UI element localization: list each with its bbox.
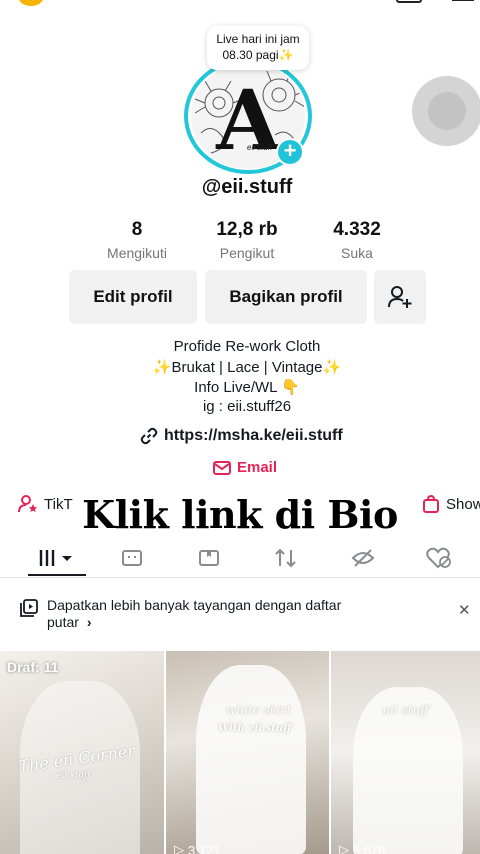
- video-grid-icon: [39, 550, 72, 566]
- add-friend-button[interactable]: [374, 270, 426, 324]
- video-thumbnail[interactable]: Draf: 11 The eii Corner eii stuff: [0, 651, 164, 854]
- following-count[interactable]: 8: [77, 219, 197, 241]
- video-thumbnail[interactable]: eii stuff ▷ 6.578: [331, 651, 480, 854]
- video-watermark-sub: eii stuff: [56, 771, 91, 781]
- username: @eii.stuff: [201, 176, 293, 198]
- heart-hidden-icon: [426, 547, 451, 569]
- content-tab-bar: [0, 538, 480, 578]
- playlist-banner-message: Dapatkan lebih banyak tayangan dengan da…: [47, 597, 342, 630]
- email-label: Email: [237, 459, 278, 476]
- tab-divider: [0, 577, 480, 578]
- status-emoji-icon: [18, 0, 44, 6]
- play-icon: ▷: [174, 842, 184, 854]
- live-notice-line2: 08.30 pagi✨: [222, 48, 294, 62]
- video-watermark: eii stuff: [383, 703, 429, 717]
- close-banner-button[interactable]: ✕: [458, 601, 471, 619]
- view-count-value: 6.578: [353, 842, 386, 854]
- repost-arrows-icon: [275, 548, 296, 568]
- bio-link[interactable]: https://msha.ke/eii.stuff: [140, 426, 343, 446]
- tab-liked[interactable]: [419, 538, 459, 578]
- video-thumbnail[interactable]: white skirt With eii.stuff ▷ 3.121: [166, 651, 329, 854]
- playlist-banner-text: Dapatkan lebih banyak tayangan dengan da…: [47, 597, 367, 631]
- bookmark-box-icon: [199, 550, 219, 566]
- menu-icon[interactable]: [452, 0, 474, 1]
- tab-private[interactable]: [343, 538, 383, 578]
- add-user-icon: [388, 286, 412, 308]
- bio-line-1: Profide Re-work Cloth: [173, 338, 321, 355]
- link-icon: [140, 427, 158, 445]
- mail-icon: [213, 460, 231, 475]
- shop-box-icon: [122, 550, 142, 566]
- status-box-icon: [396, 0, 422, 3]
- likes-label: Suka: [341, 245, 373, 261]
- avatar-signature: eii stuff: [247, 143, 273, 152]
- followers-label: Pengikut: [219, 245, 275, 261]
- bio-line-4: ig : eii.stuff26: [202, 398, 292, 415]
- likes-count[interactable]: 4.332: [297, 219, 417, 241]
- draft-label: Draf: 11: [7, 659, 59, 675]
- live-notice-line1: Live hari ini jam: [216, 32, 300, 46]
- live-notice-bubble: Live hari ini jam 08.30 pagi✨: [207, 26, 309, 70]
- following-label: Mengikuti: [107, 245, 167, 261]
- tab-videos[interactable]: [28, 538, 86, 578]
- view-count-value: 3.121: [188, 842, 221, 854]
- assistive-touch-inner: [428, 92, 466, 130]
- video-grid: Draf: 11 The eii Corner eii stuff white …: [0, 651, 480, 854]
- active-tab-indicator: [28, 574, 86, 576]
- eye-off-icon: [351, 549, 375, 567]
- dress-shape: [196, 665, 306, 854]
- view-count: ▷ 3.121: [174, 842, 221, 854]
- followers-count[interactable]: 12,8 rb: [187, 219, 307, 241]
- play-icon: ▷: [339, 842, 349, 854]
- playlist-icon: [20, 599, 38, 617]
- video-watermark: white skirt: [226, 703, 292, 717]
- email-button[interactable]: Email: [213, 459, 277, 476]
- share-profile-button[interactable]: Bagikan profil: [205, 270, 367, 324]
- tab-shop[interactable]: [112, 538, 152, 578]
- chevron-right-icon: ›: [86, 614, 92, 630]
- view-count: ▷ 6.578: [339, 842, 386, 854]
- overlay-caption: Klik link di Bio: [82, 492, 398, 537]
- bio-link-text: https://msha.ke/eii.stuff: [164, 427, 343, 444]
- add-story-plus-icon[interactable]: +: [276, 138, 304, 166]
- tab-saved[interactable]: [189, 538, 229, 578]
- video-watermark-sub: With eii.stuff: [218, 723, 292, 734]
- tab-reposts[interactable]: [266, 538, 306, 578]
- edit-profile-button[interactable]: Edit profil: [69, 270, 197, 324]
- bio-line-2: ✨Brukat | Lace | Vintage✨: [152, 359, 342, 376]
- bio-line-3: Info Live/WL 👇: [194, 379, 300, 396]
